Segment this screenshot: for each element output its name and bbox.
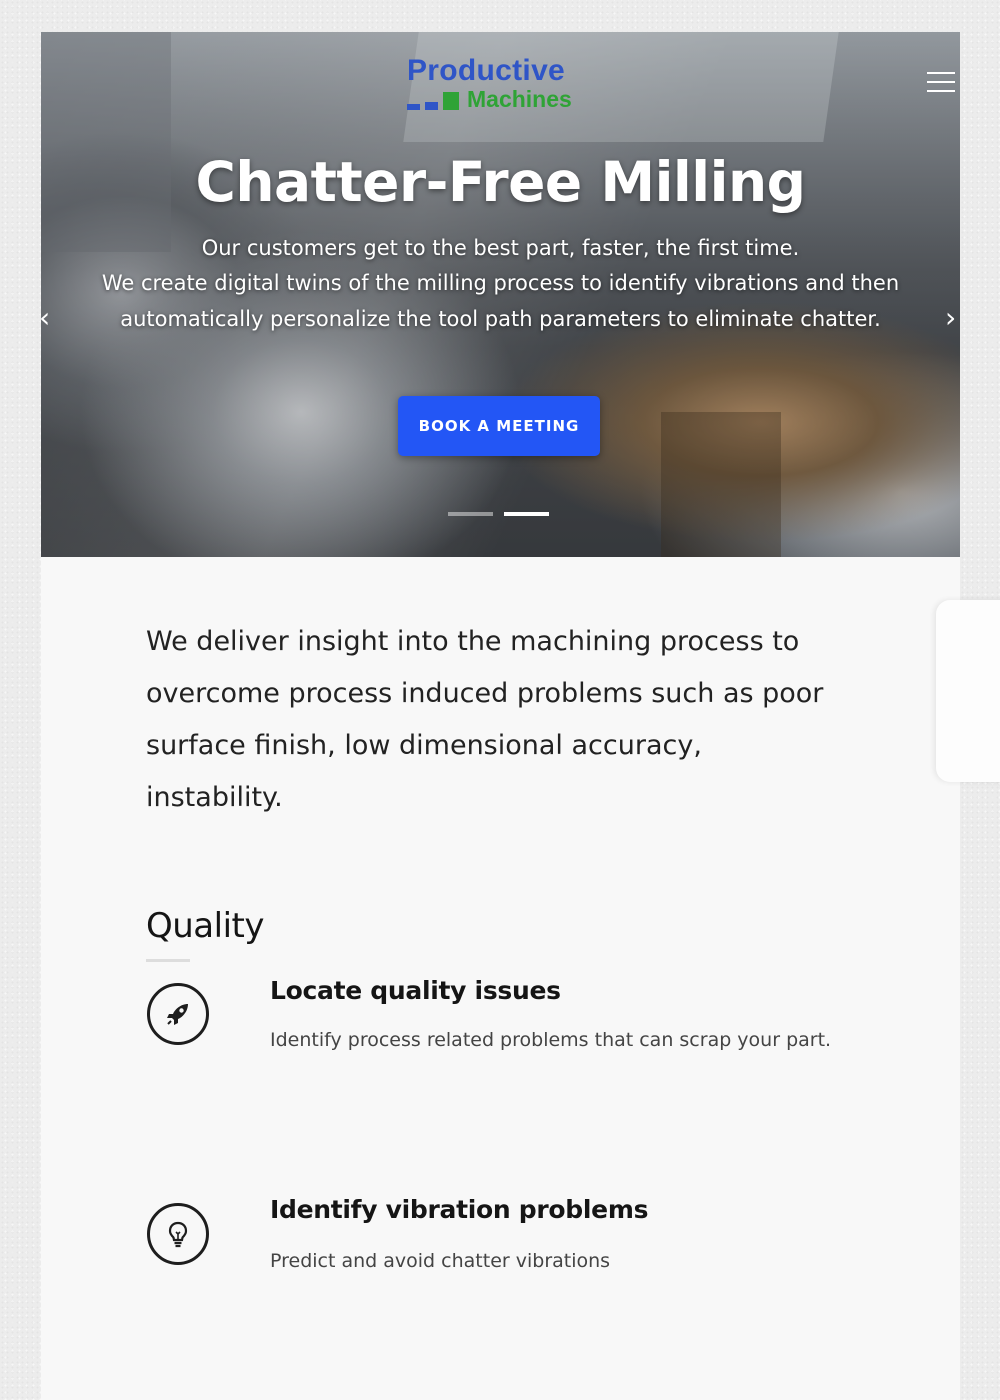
- hero-title: Chatter-Free Milling: [195, 150, 806, 214]
- chevron-left-icon[interactable]: ‹: [41, 304, 50, 332]
- feature-title-identify-vibration: Identify vibration problems: [270, 1195, 649, 1224]
- intro-paragraph: We deliver insight into the machining pr…: [146, 626, 824, 813]
- page-container: Productive Machines Chatter-Free Milling…: [41, 32, 960, 1400]
- logo-text-machines: Machines: [467, 86, 572, 112]
- hamburger-menu-icon[interactable]: [927, 72, 955, 94]
- slide-indicator-1[interactable]: [448, 512, 493, 516]
- side-panel-tab[interactable]: [936, 600, 1000, 782]
- rocket-icon: [147, 983, 209, 1045]
- brand-logo[interactable]: Productive Machines: [405, 54, 595, 114]
- slide-indicator-2-active[interactable]: [504, 512, 549, 516]
- hero-slider: Productive Machines Chatter-Free Milling…: [41, 32, 960, 557]
- feature-desc-locate-quality: Identify process related problems that c…: [270, 1029, 832, 1051]
- hero-subtitle-line-1: Our customers get to the best part, fast…: [201, 236, 800, 260]
- feature-title-locate-quality: Locate quality issues: [270, 976, 561, 1005]
- chevron-right-icon[interactable]: ›: [945, 304, 956, 332]
- lightbulb-icon: [147, 1203, 209, 1265]
- hero-subtitle-line-3: automatically personalize the tool path …: [120, 307, 881, 331]
- logo-text-productive: Productive: [407, 54, 566, 87]
- feature-desc-identify-vibration: Predict and avoid chatter vibrations: [270, 1250, 611, 1272]
- section-title-underline: [146, 959, 190, 962]
- quality-section-title: Quality: [146, 906, 265, 946]
- hero-subtitle-line-2: We create digital twins of the milling p…: [101, 271, 900, 295]
- book-meeting-button[interactable]: BOOK A MEETING: [398, 396, 600, 456]
